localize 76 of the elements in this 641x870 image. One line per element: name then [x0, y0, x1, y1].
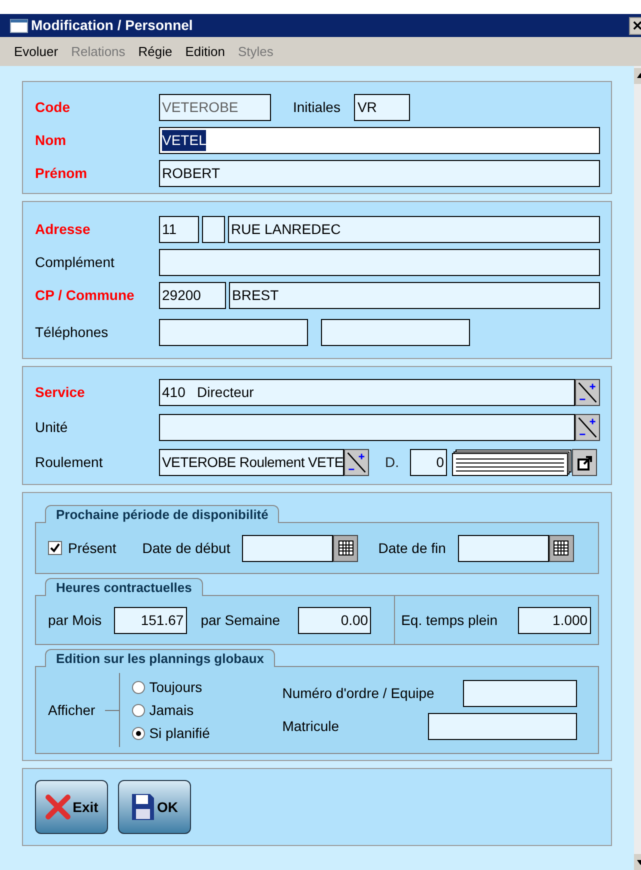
radio-button[interactable] [132, 680, 146, 694]
field-label: Matricule [282, 717, 340, 736]
input-field[interactable] [428, 713, 578, 740]
field-label: Téléphones [35, 323, 110, 342]
radio-label: Jamais [149, 700, 194, 720]
radio-button[interactable] [132, 726, 146, 740]
calendar-icon [338, 540, 354, 556]
input-field[interactable]: 410 Directeur [159, 379, 575, 406]
input-field[interactable] [159, 414, 575, 441]
input-field[interactable]: 151.67 [114, 606, 187, 634]
picker-button[interactable] [575, 379, 600, 406]
field-label: D. [385, 453, 399, 472]
field-label: Roulement [35, 453, 104, 472]
field-label: Service [35, 383, 86, 402]
input-field[interactable]: ROBERT [159, 160, 600, 187]
window-icon [10, 18, 28, 32]
radio-label: Si planifié [149, 724, 210, 743]
input-field[interactable]: 0.00 [298, 606, 372, 634]
input-field[interactable]: VR [354, 94, 410, 121]
window-title: Modification / Personnel [31, 16, 194, 35]
close-button[interactable] [629, 16, 641, 34]
field-label: Code [35, 98, 71, 117]
input-field[interactable] [202, 216, 225, 243]
field-label: CP / Commune [35, 286, 136, 305]
picker-button[interactable] [575, 414, 600, 441]
field-label: Adresse [35, 220, 92, 239]
field-label: Nom [35, 131, 68, 150]
input-field[interactable]: VETEL [159, 127, 600, 154]
input-field[interactable]: 1.000 [518, 606, 591, 634]
input-field[interactable] [159, 249, 600, 276]
input-field[interactable]: 11 [159, 216, 199, 243]
group-title: Prochaine période de disponibilité [45, 505, 280, 523]
field-label: Unité [35, 418, 69, 437]
field-label: Afficher [48, 700, 96, 720]
plus-minus-icon [576, 415, 599, 440]
picker-button[interactable] [344, 449, 369, 476]
input-field[interactable]: VETEROBE Roulement VETE [159, 449, 344, 476]
field-label: Date de début [142, 538, 230, 558]
cross-icon [44, 794, 71, 820]
ok-button[interactable]: OK [118, 780, 191, 834]
exit-button[interactable]: Exit [35, 780, 108, 834]
field-label: par Semaine [200, 610, 280, 630]
arrow-out-icon [576, 454, 592, 470]
calendar-icon [553, 540, 570, 556]
group-title: Heures contractuelles [45, 578, 203, 596]
input-field[interactable]: RUE LANREDEC [228, 216, 600, 243]
input-field[interactable] [321, 319, 470, 346]
open-button[interactable] [572, 449, 597, 476]
close-icon [632, 21, 641, 30]
radio-label: Toujours [149, 678, 202, 697]
plus-minus-icon [576, 380, 599, 405]
menu-item[interactable]: Edition [185, 42, 225, 62]
field-label: Initiales [293, 98, 340, 117]
calendar-button[interactable] [548, 534, 574, 562]
input-field[interactable]: 29200 [159, 282, 226, 309]
calendar-button[interactable] [333, 534, 358, 562]
input-field[interactable] [458, 534, 549, 562]
menu-item[interactable]: Evoluer [14, 42, 58, 62]
input-field[interactable] [242, 534, 334, 562]
field-label: Date de fin [378, 538, 446, 558]
checkbox-label: Présent [68, 538, 116, 558]
input-field[interactable] [463, 680, 578, 707]
field-label: Numéro d'ordre / Equipe [282, 684, 434, 703]
field-label: Complément [35, 253, 116, 272]
field-label: par Mois [48, 610, 102, 630]
input-field[interactable] [159, 319, 308, 346]
menu-item[interactable]: Régie [138, 42, 172, 62]
checkbox[interactable] [48, 541, 62, 555]
input-field[interactable]: 0 [410, 449, 447, 476]
plus-minus-icon [345, 450, 368, 475]
radio-button[interactable] [132, 704, 146, 716]
group-title: Edition sur les plannings globaux [45, 649, 276, 667]
check-icon [50, 543, 60, 553]
input-field[interactable]: BREST [229, 282, 600, 309]
field-label: Prénom [35, 164, 88, 183]
field-label: Eq. temps plein [401, 610, 498, 630]
